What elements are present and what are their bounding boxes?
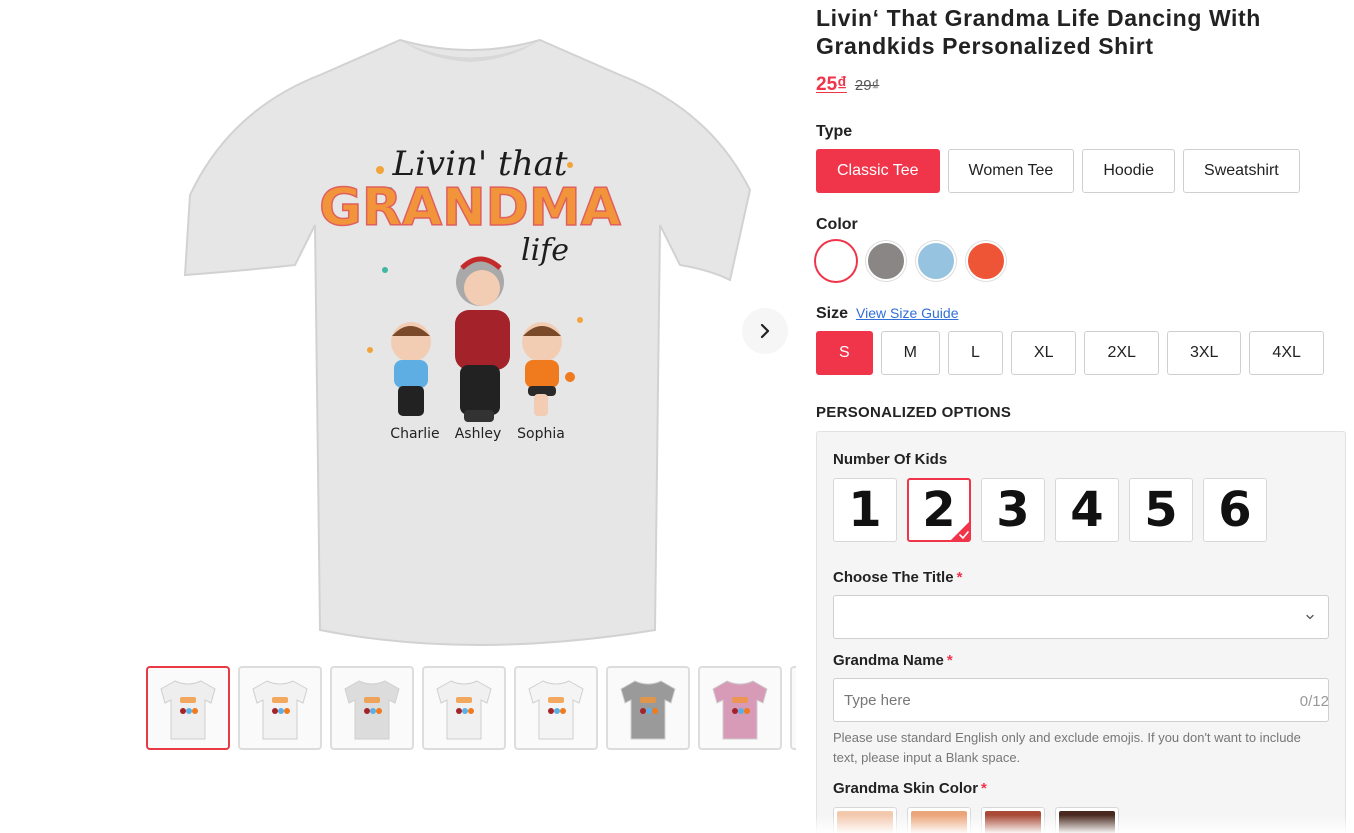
- kids-option-5[interactable]: 5: [1129, 478, 1193, 542]
- size-label: Size: [816, 305, 849, 322]
- skin-color-chip: [985, 811, 1041, 833]
- skin-color-chip: [1059, 811, 1115, 833]
- size-option-l[interactable]: L: [948, 331, 1003, 375]
- artwork-name-1: Charlie: [390, 426, 439, 442]
- size-label-row: Size View Size Guide: [816, 305, 958, 323]
- skin-color-option-1[interactable]: [833, 807, 897, 833]
- number-of-kids-options: 123456: [833, 478, 1267, 542]
- price-row: 25₫ 29₫: [816, 74, 879, 96]
- thumbnail-shirt-image: [620, 680, 676, 740]
- size-option-4xl[interactable]: 4XL: [1249, 331, 1324, 375]
- kids-option-3[interactable]: 3: [981, 478, 1045, 542]
- character-counter: 0/12: [1299, 693, 1329, 710]
- skin-color-options: [833, 807, 1119, 833]
- size-option-2xl[interactable]: 2XL: [1084, 331, 1159, 375]
- thumbnail-shirt-image: [344, 680, 400, 740]
- kids-option-2[interactable]: 2: [907, 478, 971, 542]
- thumbnail-shirt-image: [436, 680, 492, 740]
- selected-check-icon: [950, 521, 970, 541]
- artwork-line2: GRANDMA: [319, 178, 621, 238]
- size-options: S M L XL 2XL 3XL 4XL: [816, 331, 1324, 375]
- thumbnail-7[interactable]: [698, 666, 782, 750]
- type-option-women-tee[interactable]: Women Tee: [947, 149, 1075, 193]
- artwork-name-2: Ashley: [455, 426, 502, 442]
- skin-color-option-3[interactable]: [981, 807, 1045, 833]
- grandma-name-label: Grandma Name *: [833, 652, 953, 669]
- main-product-image[interactable]: Livin' that GRANDMA life Charlie Ashley …: [150, 20, 790, 660]
- color-options: [816, 241, 1006, 281]
- skin-color-label-text: Grandma Skin Color: [833, 780, 979, 797]
- thumbnail-6[interactable]: [606, 666, 690, 750]
- type-option-classic-tee[interactable]: Classic Tee: [816, 149, 940, 193]
- current-price: 25₫: [816, 74, 847, 95]
- size-option-3xl[interactable]: 3XL: [1166, 331, 1242, 375]
- color-swatch-4[interactable]: [966, 241, 1006, 281]
- required-mark: *: [956, 569, 963, 586]
- number-of-kids-label: Number Of Kids: [833, 451, 948, 468]
- grandma-name-label-text: Grandma Name: [833, 652, 944, 669]
- thumbnail-shirt-image: [160, 680, 216, 740]
- grandma-name-input[interactable]: [833, 678, 1329, 722]
- personalized-options-heading: PERSONALIZED OPTIONS: [816, 404, 1012, 421]
- size-guide-link[interactable]: View Size Guide: [856, 305, 958, 321]
- skin-color-label: Grandma Skin Color *: [833, 780, 987, 797]
- kids-option-1[interactable]: 1: [833, 478, 897, 542]
- skin-color-chip: [911, 811, 967, 833]
- thumbnail-2[interactable]: [238, 666, 322, 750]
- color-swatch-1[interactable]: [816, 241, 856, 281]
- type-option-hoodie[interactable]: Hoodie: [1082, 149, 1176, 193]
- thumbnail-strip: [146, 666, 796, 750]
- required-mark: *: [981, 780, 987, 797]
- next-image-button[interactable]: [742, 308, 788, 354]
- chevron-right-icon: [760, 323, 770, 339]
- shirt-illustration: Livin' that GRANDMA life Charlie Ashley …: [183, 38, 752, 646]
- thumbnail-1[interactable]: [146, 666, 230, 750]
- skin-color-chip: [837, 811, 893, 833]
- choose-title-label-text: Choose The Title: [833, 569, 954, 586]
- thumbnail-shirt-image: [252, 680, 308, 740]
- type-option-sweatshirt[interactable]: Sweatshirt: [1183, 149, 1300, 193]
- kids-option-6[interactable]: 6: [1203, 478, 1267, 542]
- color-swatch-2[interactable]: [866, 241, 906, 281]
- original-price: 29₫: [854, 77, 880, 94]
- product-title: Livin‘ That Grandma Life Dancing With Gr…: [816, 5, 1261, 59]
- size-option-s[interactable]: S: [816, 331, 873, 375]
- color-label: Color: [816, 216, 858, 233]
- size-option-xl[interactable]: XL: [1010, 331, 1077, 375]
- thumbnail-3[interactable]: [330, 666, 414, 750]
- type-label: Type: [816, 123, 853, 140]
- input-hint: Please use standard English only and exc…: [833, 730, 1301, 765]
- kids-option-4[interactable]: 4: [1055, 478, 1119, 542]
- thumbnail-shirt-image: [712, 680, 768, 740]
- thumbnail-shirt-image: [528, 680, 584, 740]
- choose-title-label: Choose The Title *: [833, 569, 962, 586]
- type-options: Classic Tee Women Tee Hoodie Sweatshirt: [816, 149, 1300, 193]
- personalized-options-panel: Number Of Kids 123456 Choose The Title * …: [816, 431, 1346, 833]
- color-swatch-3[interactable]: [916, 241, 956, 281]
- skin-color-option-2[interactable]: [907, 807, 971, 833]
- required-mark: *: [946, 652, 953, 669]
- thumbnail-4[interactable]: [422, 666, 506, 750]
- choose-title-select[interactable]: [833, 595, 1329, 639]
- size-option-m[interactable]: M: [880, 331, 940, 375]
- artwork-line3: life: [521, 233, 569, 268]
- thumbnail-partial[interactable]: [790, 666, 796, 750]
- chevron-down-icon: [1306, 614, 1314, 620]
- artwork-name-3: Sophia: [517, 426, 565, 442]
- thumbnail-5[interactable]: [514, 666, 598, 750]
- skin-color-option-4[interactable]: [1055, 807, 1119, 833]
